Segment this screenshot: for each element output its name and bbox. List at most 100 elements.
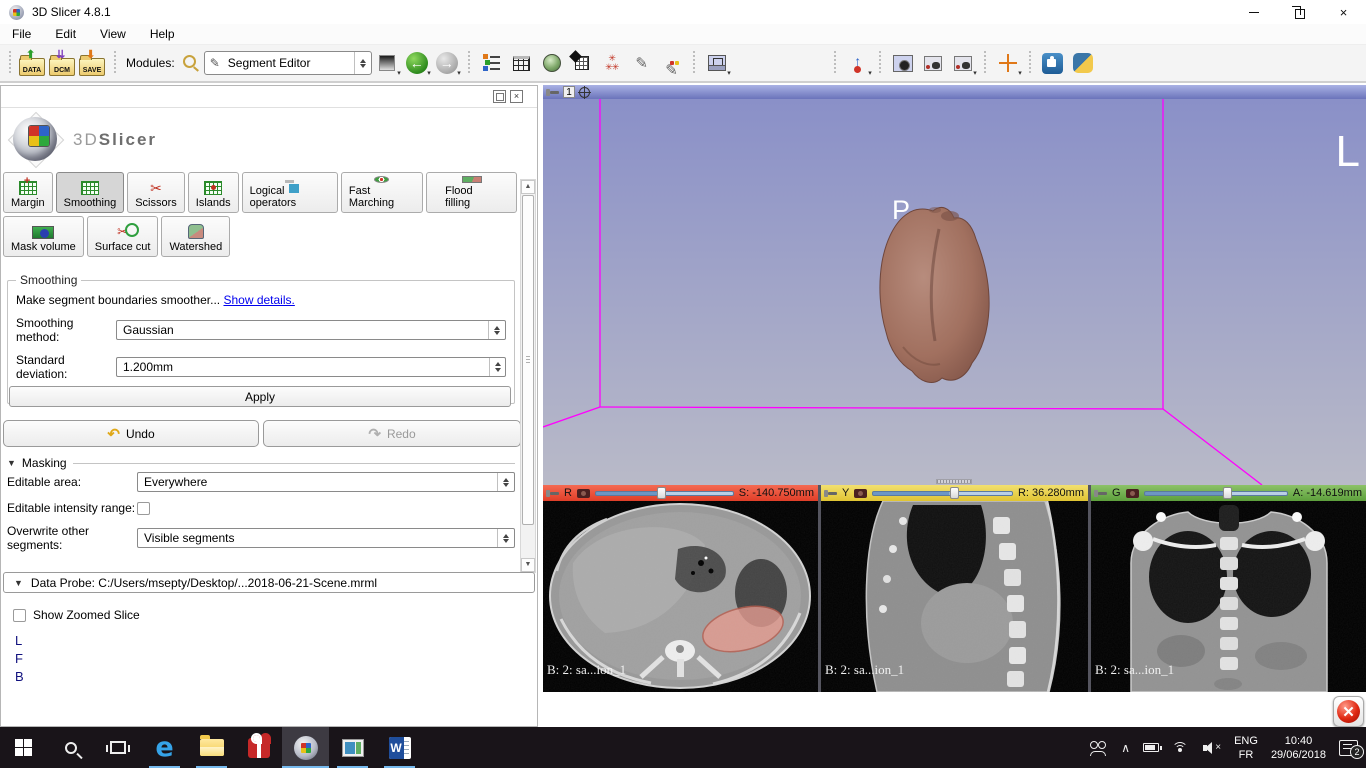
pin-icon[interactable] <box>550 492 559 495</box>
wifi-icon[interactable] <box>1172 742 1190 754</box>
toolbar-grip[interactable] <box>983 51 988 75</box>
people-icon[interactable] <box>1090 741 1108 755</box>
masking-header[interactable]: ▼ Masking <box>7 456 515 470</box>
threeD-render-area[interactable]: P L <box>543 99 1366 485</box>
pin-icon[interactable] <box>550 91 559 94</box>
dropdown-caret-icon[interactable]: ▾ <box>727 70 731 77</box>
volumes-button[interactable] <box>568 48 596 78</box>
subject-hierarchy-button[interactable] <box>478 48 506 78</box>
menu-file[interactable]: File <box>0 25 43 43</box>
effect-smoothing[interactable]: Smoothing <box>56 172 125 213</box>
effect-islands[interactable]: Islands <box>188 172 239 213</box>
slider-handle[interactable] <box>1223 487 1232 499</box>
smoothing-method-select[interactable]: Gaussian <box>116 320 506 340</box>
slider-handle[interactable] <box>657 487 666 499</box>
slider-handle[interactable] <box>950 487 959 499</box>
menu-help[interactable]: Help <box>138 25 187 43</box>
load-data-button[interactable]: ⬆ DATA <box>18 48 46 78</box>
module-forward-button[interactable]: → ▾ <box>433 48 461 78</box>
effect-surface-cut[interactable]: ✂ Surface cut <box>87 216 159 257</box>
units-button[interactable]: ↑ ▾ <box>844 48 872 78</box>
yellow-slice-controller-bar[interactable]: Y R: 36.280mm <box>821 485 1088 501</box>
pin-icon[interactable] <box>828 492 837 495</box>
combo-arrows-icon[interactable] <box>354 52 371 74</box>
toolbar-grip[interactable] <box>112 51 117 75</box>
module-selector[interactable]: ✎ Segment Editor <box>204 51 372 75</box>
red-slice-view[interactable]: R S: -140.750mm <box>543 485 818 692</box>
editable-area-select[interactable]: Everywhere <box>137 472 515 492</box>
python-console-button[interactable] <box>1069 48 1097 78</box>
threeD-view[interactable]: 1 <box>543 85 1366 485</box>
screenshot-button[interactable] <box>889 48 917 78</box>
crosshair-button[interactable]: ▾ <box>994 48 1022 78</box>
show-zoomed-slice-checkbox[interactable] <box>13 609 26 622</box>
annotations-button[interactable]: ✎ <box>658 48 686 78</box>
scroll-up-icon[interactable]: ▲ <box>521 180 535 194</box>
yellow-slice-slider[interactable] <box>872 487 1013 499</box>
toolbar-grip[interactable] <box>1028 51 1033 75</box>
effect-margin[interactable]: Margin <box>3 172 53 213</box>
undock-panel-icon[interactable] <box>493 90 506 103</box>
close-button[interactable]: × <box>1321 0 1366 24</box>
minimize-button[interactable] <box>1231 0 1276 24</box>
slice-menu-icon[interactable] <box>854 489 867 498</box>
models-button[interactable] <box>538 48 566 78</box>
scrollbar-thumb[interactable] <box>522 195 534 525</box>
combo-arrows-icon[interactable] <box>488 321 505 339</box>
yellow-slice-image[interactable]: B: 2: sa...ion_1 <box>821 501 1088 692</box>
taskbar-search-button[interactable] <box>47 727 94 768</box>
notification-center-icon[interactable]: 2 <box>1339 740 1358 756</box>
combo-arrows-icon[interactable] <box>497 473 514 491</box>
scene-view-button[interactable] <box>919 48 947 78</box>
pin-icon[interactable] <box>1098 492 1107 495</box>
green-slice-image[interactable]: B: 2: sa...ion_1 <box>1091 501 1366 692</box>
intensity-range-checkbox[interactable] <box>137 502 150 515</box>
effect-scissors[interactable]: ✂ Scissors <box>127 172 185 213</box>
dropdown-caret-icon[interactable]: ▾ <box>868 70 872 77</box>
transforms-button[interactable]: ✎ <box>628 48 656 78</box>
green-slice-view[interactable]: G A: -14.619mm <box>1091 485 1366 692</box>
dropdown-caret-icon[interactable]: ▾ <box>427 70 431 77</box>
yellow-slice-view[interactable]: Y R: 36.280mm <box>821 485 1088 692</box>
slice-menu-icon[interactable] <box>577 489 590 498</box>
taskbar-slicer[interactable] <box>282 727 329 768</box>
menu-edit[interactable]: Edit <box>43 25 88 43</box>
spin-arrows-icon[interactable] <box>489 358 505 376</box>
dropdown-caret-icon[interactable]: ▾ <box>1018 70 1022 77</box>
redo-button[interactable]: ↷ Redo <box>263 420 521 447</box>
toolbar-grip[interactable] <box>467 51 472 75</box>
layout-button[interactable]: ▾ <box>703 48 731 78</box>
toolbar-grip[interactable] <box>692 51 697 75</box>
green-slice-controller-bar[interactable]: G A: -14.619mm <box>1091 485 1366 501</box>
taskbar-giftbox-app[interactable] <box>235 727 282 768</box>
toolbar-grip[interactable] <box>7 51 12 75</box>
start-button[interactable] <box>0 727 47 768</box>
module-search-icon[interactable] <box>183 55 196 68</box>
taskbar-edge[interactable]: e <box>141 727 188 768</box>
undo-button[interactable]: ↶ Undo <box>3 420 259 447</box>
red-slice-image[interactable]: B: 2: sa...ion_1 <box>543 501 818 692</box>
scroll-down-icon[interactable]: ▼ <box>521 558 535 572</box>
show-details-link[interactable]: Show details. <box>223 293 294 307</box>
volume-rendering-button[interactable] <box>508 48 536 78</box>
extensions-manager-button[interactable] <box>1039 48 1067 78</box>
scene-view-menu-button[interactable]: ▾ <box>949 48 977 78</box>
effect-watershed[interactable]: Watershed <box>161 216 230 257</box>
toolbar-grip[interactable] <box>833 51 838 75</box>
dropdown-caret-icon[interactable]: ▾ <box>397 70 401 77</box>
apply-button[interactable]: Apply <box>9 386 511 407</box>
data-probe-bar[interactable]: ▼ Data Probe: C:/Users/msepty/Desktop/..… <box>3 572 535 593</box>
panel-scrollbar[interactable]: ▲ ▼ <box>520 179 536 573</box>
dropdown-caret-icon[interactable]: ▾ <box>973 70 977 77</box>
taskbar-app-window[interactable] <box>329 727 376 768</box>
stddev-spinbox[interactable]: 1.200mm <box>116 357 506 377</box>
slice-menu-icon[interactable] <box>1126 489 1139 498</box>
dicom-button[interactable]: ⇊ DCM <box>48 48 76 78</box>
combo-arrows-icon[interactable] <box>497 529 514 547</box>
restore-button[interactable] <box>1276 0 1321 24</box>
close-panel-icon[interactable]: × <box>510 90 523 103</box>
green-slice-slider[interactable] <box>1144 487 1288 499</box>
effect-mask-volume[interactable]: Mask volume <box>3 216 84 257</box>
view-options-icon[interactable] <box>579 87 590 98</box>
markups-button[interactable]: ✳✳✳ <box>598 48 626 78</box>
